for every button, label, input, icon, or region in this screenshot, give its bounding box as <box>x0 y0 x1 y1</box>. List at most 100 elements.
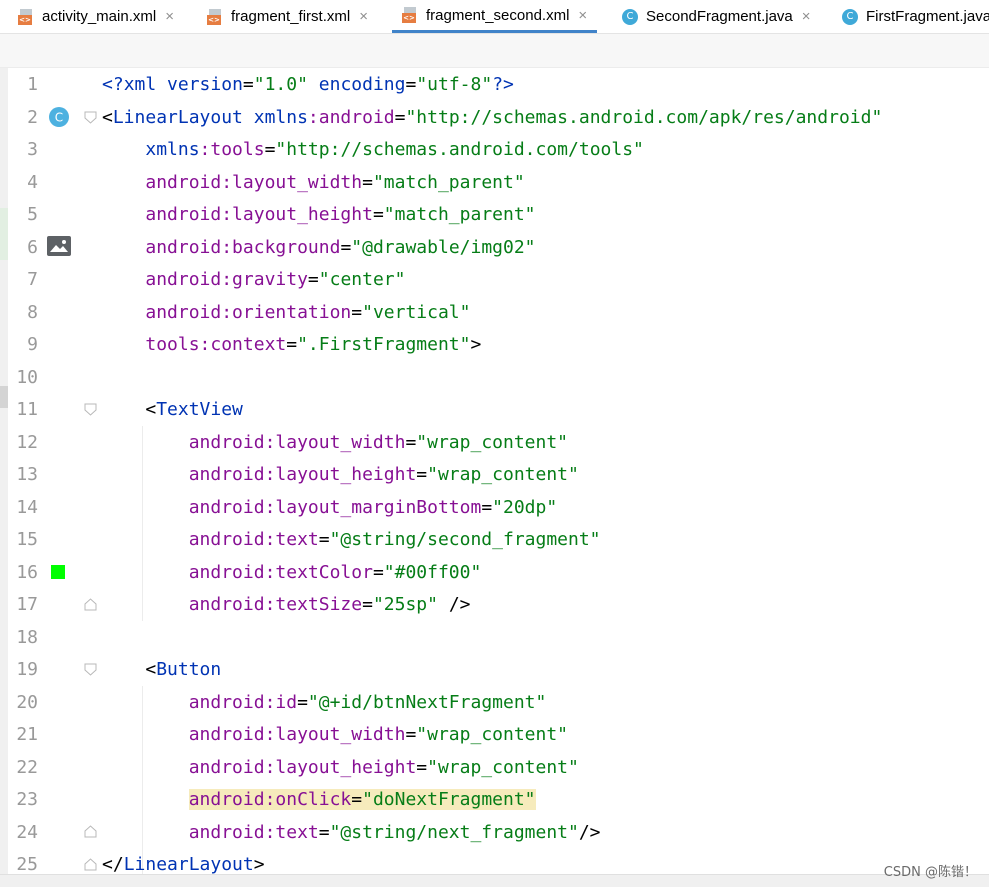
close-icon[interactable]: × <box>359 8 368 25</box>
code-line[interactable]: 12 android:layout_width="wrap_content" <box>0 427 989 459</box>
line-number: 21 <box>16 724 38 745</box>
line-number: 17 <box>16 594 38 615</box>
code-text: android:layout_width="wrap_content" <box>188 724 569 745</box>
line-number: 12 <box>16 431 38 453</box>
tab-label: activity_main.xml <box>42 8 157 25</box>
code-text: android:text="@string/next_fragment"/> <box>188 821 601 843</box>
class-icon-letter: C <box>55 111 63 125</box>
code-line[interactable]: 17 android:textSize="25sp" /> <box>0 589 989 621</box>
fold-close-icon[interactable] <box>84 598 97 611</box>
code-text: <TextView <box>145 399 243 420</box>
close-icon[interactable]: × <box>165 8 174 25</box>
code-text: android:text="@string/second_fragment" <box>188 529 601 550</box>
code-text: android:layout_width="match_parent" <box>145 171 525 193</box>
tab-fragment-second-xml[interactable]: <> fragment_second.xml × <box>392 0 598 33</box>
code-text: android:gravity="center" <box>145 269 406 290</box>
code-text: tools:context=".FirstFragment"> <box>145 334 482 355</box>
close-icon[interactable]: × <box>802 8 811 25</box>
code-line[interactable]: 2 <LinearLayout xmlns:android="http://sch… <box>0 102 989 134</box>
code-text: android:background="@drawable/img02" <box>145 236 536 258</box>
code-line[interactable]: 6 android:background="@drawable/img02" <box>0 232 989 264</box>
code-line[interactable]: 13 android:layout_height="wrap_content" <box>0 459 989 491</box>
code-line[interactable]: 9 tools:context=".FirstFragment"> <box>0 329 989 361</box>
code-text: android:layout_height="wrap_content" <box>188 756 579 778</box>
xml-file-icon: <> <box>402 7 418 23</box>
line-number: 3 <box>27 139 38 160</box>
code-text: <?xml version="1.0" encoding="utf-8"?> <box>102 74 514 95</box>
code-line[interactable]: 3 xmlns:tools="http://schemas.android.co… <box>0 134 989 166</box>
line-number: 6 <box>27 236 38 258</box>
line-number: 1 <box>27 74 38 95</box>
code-line[interactable]: 10 <box>0 362 989 394</box>
line-number: 20 <box>16 691 38 713</box>
tab-label: SecondFragment.java <box>646 8 793 25</box>
close-icon[interactable]: × <box>578 7 587 24</box>
fold-close-icon[interactable] <box>84 858 97 871</box>
code-line[interactable]: 16 android:textColor="#00ff00" <box>0 557 989 589</box>
color-swatch-icon[interactable] <box>51 565 65 579</box>
tab-label: fragment_second.xml <box>426 6 570 24</box>
code-text: <LinearLayout xmlns:android="http://sche… <box>102 106 883 128</box>
line-number: 9 <box>27 334 38 355</box>
image-icon[interactable] <box>47 236 71 256</box>
fold-open-icon[interactable] <box>84 403 97 416</box>
code-line[interactable]: 8 android:orientation="vertical" <box>0 297 989 329</box>
java-class-icon: C <box>622 8 638 25</box>
code-line[interactable]: 7 android:gravity="center" <box>0 264 989 296</box>
tab-second-fragment-java[interactable]: C SecondFragment.java × <box>622 0 811 33</box>
line-number: 4 <box>27 171 38 193</box>
line-number: 22 <box>16 756 38 778</box>
code-text: android:layout_width="wrap_content" <box>188 431 569 453</box>
fold-open-icon[interactable] <box>84 663 97 676</box>
code-text: android:textSize="25sp" /> <box>188 594 471 615</box>
line-number: 19 <box>16 659 38 680</box>
code-line[interactable]: 1 <?xml version="1.0" encoding="utf-8"?> <box>0 69 989 101</box>
fold-close-icon[interactable] <box>84 825 97 838</box>
code-line[interactable]: 24 android:text="@string/next_fragment"/… <box>0 817 989 849</box>
line-number: 11 <box>16 399 38 420</box>
line-number: 10 <box>16 366 38 388</box>
code-line[interactable]: 21 android:layout_width="wrap_content" <box>0 719 989 751</box>
line-number: 18 <box>16 626 38 648</box>
tab-label: fragment_first.xml <box>231 8 351 25</box>
watermark: CSDN @陈锴！ <box>883 865 977 880</box>
code-text: android:onClick="doNextFragment" <box>188 789 536 810</box>
breadcrumb-strip <box>0 34 989 68</box>
code-text: xmlns:tools="http://schemas.android.com/… <box>145 139 644 160</box>
java-class-icon: C <box>842 8 858 25</box>
line-number: 16 <box>16 561 38 583</box>
code-line[interactable]: 5 android:layout_height="match_parent" <box>0 199 989 231</box>
code-text: android:layout_height="match_parent" <box>145 204 536 225</box>
code-editor[interactable]: 1 <?xml version="1.0" encoding="utf-8"?> 2… <box>0 68 989 881</box>
line-number: 24 <box>16 821 38 843</box>
code-line[interactable]: 19 <Button <box>0 654 989 686</box>
fold-open-icon[interactable] <box>84 111 97 124</box>
editor-tab-bar: <> activity_main.xml × <> fragment_first… <box>0 0 989 34</box>
line-number: 14 <box>16 496 38 518</box>
code-text: android:orientation="vertical" <box>145 301 471 323</box>
class-icon[interactable]: C <box>48 106 70 128</box>
code-line[interactable]: 15 android:text="@string/second_fragment… <box>0 524 989 556</box>
tab-fragment-first-xml[interactable]: <> fragment_first.xml × <box>207 0 368 33</box>
code-line[interactable]: 11 <TextView <box>0 394 989 426</box>
code-line[interactable]: 22 android:layout_height="wrap_content" <box>0 752 989 784</box>
xml-file-icon: <> <box>18 8 34 25</box>
line-number: 8 <box>27 301 38 323</box>
xml-file-icon: <> <box>207 8 223 25</box>
line-number: 2 <box>27 106 38 128</box>
code-line[interactable]: 23 android:onClick="doNextFragment" <box>0 784 989 816</box>
line-number: 5 <box>27 204 38 225</box>
code-line[interactable]: 4 android:layout_width="match_parent" <box>0 167 989 199</box>
tab-first-fragment-java[interactable]: C FirstFragment.java <box>842 0 989 33</box>
code-text: <Button <box>145 659 222 680</box>
code-text: android:textColor="#00ff00" <box>188 561 482 583</box>
tab-label: FirstFragment.java <box>866 8 989 25</box>
line-number: 13 <box>16 464 38 485</box>
code-line[interactable]: 14 android:layout_marginBottom="20dp" <box>0 492 989 524</box>
code-text: android:layout_marginBottom="20dp" <box>188 496 558 518</box>
code-text: android:id="@+id/btnNextFragment" <box>188 691 547 713</box>
line-number: 15 <box>16 529 38 550</box>
code-line[interactable]: 20 android:id="@+id/btnNextFragment" <box>0 687 989 719</box>
tab-activity-main-xml[interactable]: <> activity_main.xml × <box>18 0 174 33</box>
code-line[interactable]: 18 <box>0 622 989 654</box>
